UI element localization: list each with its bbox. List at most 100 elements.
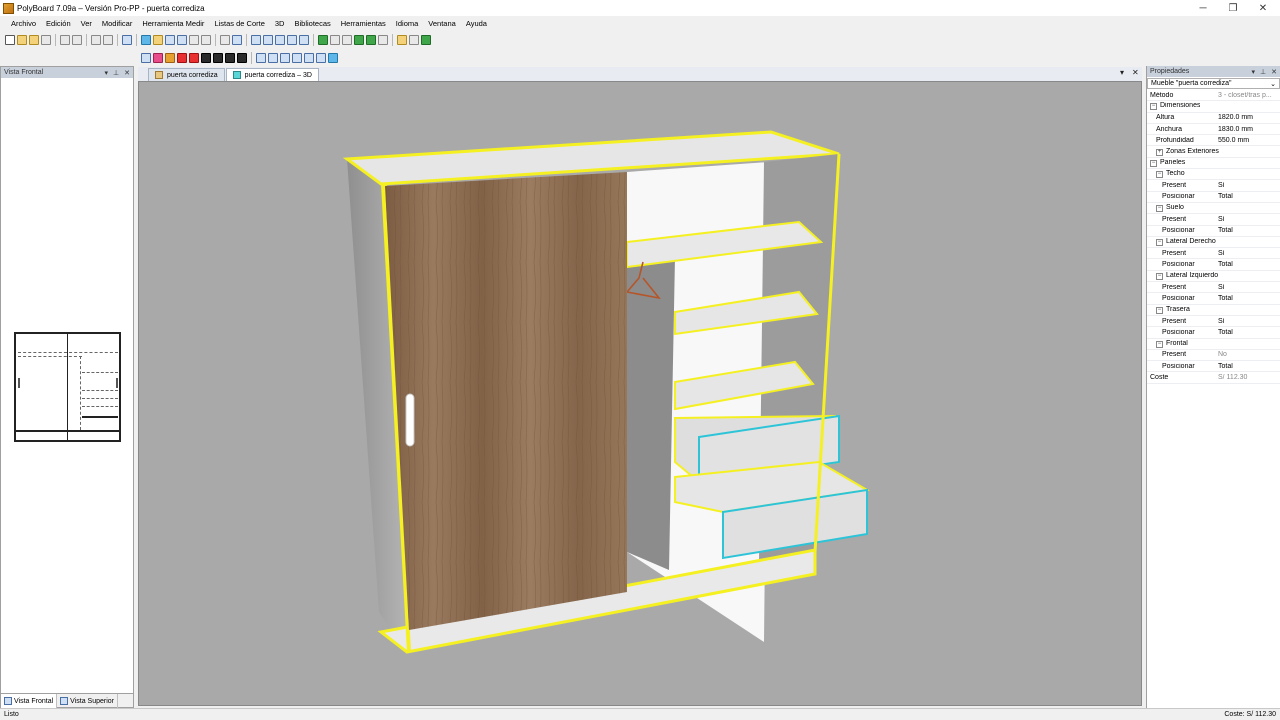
orange-panel-icon[interactable]: [165, 53, 175, 63]
black-frame-icon[interactable]: [213, 53, 223, 63]
menu-herramienta-medir[interactable]: Herramienta Medir: [137, 19, 209, 28]
tab-vista-frontal[interactable]: Vista Frontal: [1, 694, 58, 708]
property-row[interactable]: Posicionar Total: [1147, 361, 1280, 373]
collapse-icon[interactable]: −: [1156, 306, 1163, 314]
property-value[interactable]: Total: [1217, 329, 1280, 336]
property-value[interactable]: 3 - closet/tras p...: [1217, 92, 1280, 99]
front-view-thumbnail[interactable]: [14, 332, 121, 442]
pencil-icon[interactable]: [220, 35, 230, 45]
property-value[interactable]: Total: [1217, 193, 1280, 200]
property-row[interactable]: Posicionar Total: [1147, 327, 1280, 339]
red-panel-icon[interactable]: [177, 53, 187, 63]
property-row[interactable]: − Suelo: [1147, 203, 1280, 215]
panel-pin-icon[interactable]: ⊥: [113, 69, 119, 77]
property-row[interactable]: Present Sí: [1147, 316, 1280, 328]
menu-bibliotecas[interactable]: Bibliotecas: [289, 19, 335, 28]
view-iso-icon[interactable]: [316, 53, 326, 63]
property-row[interactable]: Posicionar Total: [1147, 226, 1280, 237]
property-row[interactable]: Present Sí: [1147, 180, 1280, 192]
print-icon[interactable]: [60, 35, 70, 45]
black-panel-icon[interactable]: [201, 53, 211, 63]
property-row[interactable]: − Paneles: [1147, 158, 1280, 170]
property-row[interactable]: Coste S/ 112.30: [1147, 372, 1280, 384]
property-row[interactable]: − Techo: [1147, 169, 1280, 181]
menu-ver[interactable]: Ver: [76, 19, 97, 28]
edit-panel-icon[interactable]: [165, 35, 175, 45]
cabinet-icon[interactable]: [141, 35, 151, 45]
property-value[interactable]: S/ 112.30: [1217, 374, 1280, 381]
view-3d-icon[interactable]: [328, 53, 338, 63]
print-preview-icon[interactable]: [72, 35, 82, 45]
collapse-icon[interactable]: −: [1156, 205, 1163, 213]
property-row[interactable]: − Trasera: [1147, 305, 1280, 316]
collapse-icon[interactable]: −: [1156, 171, 1163, 179]
minimize-button[interactable]: ─: [1188, 0, 1218, 16]
panel-icon[interactable]: [153, 35, 163, 45]
property-row[interactable]: Profundidad 550.0 mm: [1147, 135, 1280, 147]
property-row[interactable]: − Frontal: [1147, 339, 1280, 350]
render-texture-icon[interactable]: [366, 35, 376, 45]
property-value[interactable]: Sí: [1217, 216, 1280, 223]
property-row[interactable]: Present Sí: [1147, 214, 1280, 226]
reset-view-icon[interactable]: [299, 35, 309, 45]
property-row[interactable]: Altura 1820.0 mm: [1147, 113, 1280, 124]
property-row[interactable]: − Lateral Derecho: [1147, 237, 1280, 249]
property-value[interactable]: Sí: [1217, 284, 1280, 291]
cube-icon[interactable]: [409, 35, 419, 45]
property-value[interactable]: No: [1217, 351, 1280, 358]
zones-icon[interactable]: [177, 35, 187, 45]
tab-close-icon[interactable]: ✕: [1132, 68, 1139, 77]
props-pin-icon[interactable]: ⊥: [1260, 68, 1266, 76]
new-template-icon[interactable]: [17, 35, 27, 45]
panel-menu-icon[interactable]: ▾: [105, 69, 109, 77]
tab-puerta-corrediza-3d[interactable]: puerta corrediza – 3D: [225, 68, 319, 81]
property-row[interactable]: Método 3 - closet/tras p...: [1147, 90, 1280, 102]
save-icon[interactable]: [41, 35, 51, 45]
light-bulb-icon[interactable]: [397, 35, 407, 45]
close-button[interactable]: ✕: [1248, 0, 1278, 16]
rotate-left-icon[interactable]: [251, 35, 261, 45]
property-value[interactable]: 1830.0 mm: [1217, 126, 1280, 133]
collapse-icon[interactable]: −: [1156, 340, 1163, 348]
red-grid-icon[interactable]: [189, 53, 199, 63]
menu-herramientas[interactable]: Herramientas: [336, 19, 391, 28]
property-value[interactable]: Sí: [1217, 318, 1280, 325]
menu-3d[interactable]: 3D: [270, 19, 290, 28]
menu-idioma[interactable]: Idioma: [391, 19, 424, 28]
redo-icon[interactable]: [103, 35, 113, 45]
open-folder-icon[interactable]: [29, 35, 39, 45]
panel-close-icon[interactable]: ✕: [124, 69, 130, 77]
select-tool-icon[interactable]: [122, 35, 132, 45]
collapse-icon[interactable]: −: [1156, 272, 1163, 280]
render-hidden-icon[interactable]: [342, 35, 352, 45]
property-value[interactable]: Sí: [1217, 250, 1280, 257]
view-left-icon[interactable]: [280, 53, 290, 63]
property-value[interactable]: Total: [1217, 261, 1280, 268]
property-row[interactable]: Posicionar Total: [1147, 293, 1280, 305]
property-row[interactable]: − Dimensiones: [1147, 101, 1280, 113]
frame-icon[interactable]: [201, 35, 211, 45]
rotate-up-icon[interactable]: [275, 35, 285, 45]
export-icon[interactable]: [421, 35, 431, 45]
hammer-icon[interactable]: [225, 53, 235, 63]
menu-listas-de-corte[interactable]: Listas de Corte: [209, 19, 269, 28]
collapse-icon[interactable]: −: [1156, 239, 1163, 246]
menu-edicion[interactable]: Edición: [41, 19, 76, 28]
props-menu-icon[interactable]: ▾: [1252, 68, 1256, 76]
object-selector[interactable]: Mueble "puerta corrediza" ⌄: [1147, 78, 1280, 89]
3d-viewport[interactable]: [138, 81, 1142, 706]
collapse-icon[interactable]: −: [1150, 103, 1157, 111]
render-wire-icon[interactable]: [330, 35, 340, 45]
property-value[interactable]: 1820.0 mm: [1217, 114, 1280, 121]
property-value[interactable]: Total: [1217, 295, 1280, 302]
drawer-icon[interactable]: [189, 35, 199, 45]
property-row[interactable]: Anchura 1830.0 mm: [1147, 124, 1280, 136]
rotate-right-icon[interactable]: [263, 35, 273, 45]
tab-vista-superior[interactable]: Vista Superior: [57, 694, 119, 708]
menu-archivo[interactable]: Archivo: [6, 19, 41, 28]
view-right-icon[interactable]: [292, 53, 302, 63]
new-file-icon[interactable]: [5, 35, 15, 45]
property-value[interactable]: 550.0 mm: [1217, 137, 1280, 144]
props-close-icon[interactable]: ✕: [1271, 68, 1277, 76]
tools-icon[interactable]: [141, 53, 151, 63]
